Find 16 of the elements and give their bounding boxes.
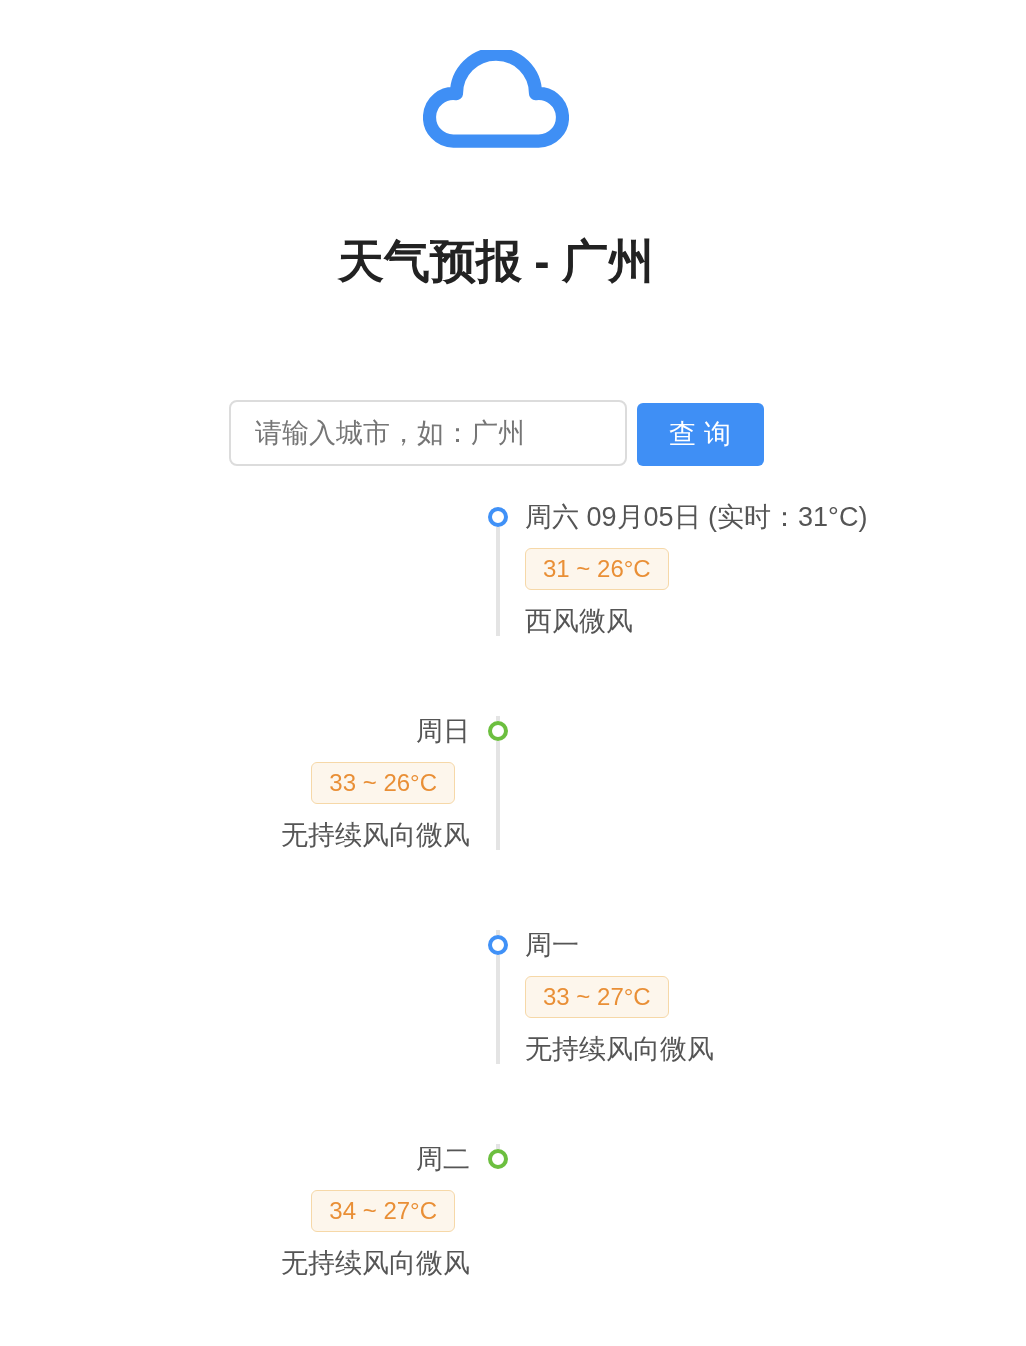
wind-text: 西风微风 bbox=[525, 606, 634, 636]
temperature-tag: 31 ~ 26°C bbox=[525, 548, 669, 590]
day-title: 周一 bbox=[525, 930, 580, 960]
wind-text: 无持续风向微风 bbox=[525, 1034, 715, 1064]
day-title: 周二 bbox=[415, 1144, 470, 1174]
day-title: 周六 09月05日 (实时：31°C) bbox=[525, 502, 869, 532]
temperature-tag: 33 ~ 26°C bbox=[311, 762, 455, 804]
temperature-tag: 33 ~ 27°C bbox=[525, 976, 669, 1018]
wind-text: 无持续风向微风 bbox=[280, 1248, 470, 1278]
city-search-field[interactable]: 请输入城市，如：广州 bbox=[228, 400, 627, 466]
cloud-icon bbox=[423, 50, 569, 148]
temperature-tag: 34 ~ 27°C bbox=[311, 1190, 455, 1232]
page-title: 天气预报 - 广州 bbox=[337, 234, 655, 289]
day-title: 周日 bbox=[415, 716, 470, 746]
query-button[interactable]: 查 询 bbox=[636, 403, 764, 466]
wind-text: 无持续风向微风 bbox=[280, 820, 470, 850]
